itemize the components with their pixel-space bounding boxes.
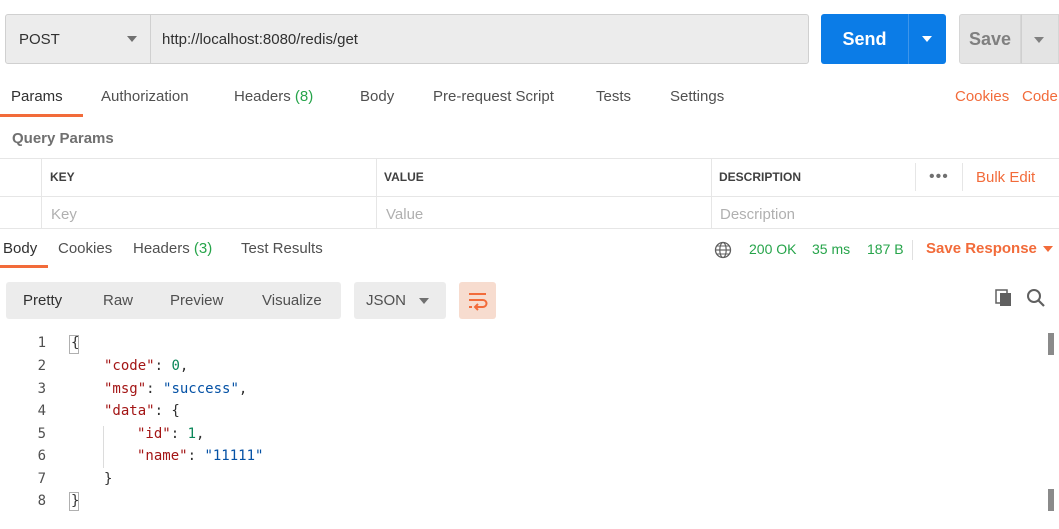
copy-icon[interactable]: [994, 288, 1014, 308]
response-tab-cookies[interactable]: Cookies: [58, 240, 112, 257]
code-line: "id": 1,: [137, 426, 205, 442]
response-tab-headers[interactable]: Headers (3): [133, 240, 212, 257]
code-line: "msg": "success",: [104, 381, 248, 397]
method-select[interactable]: POST: [6, 15, 151, 63]
line-number: 1: [37, 335, 46, 351]
json-key: "code": [104, 358, 155, 374]
save-label: Save: [968, 28, 1012, 49]
json-key: "name": [137, 448, 188, 464]
divider: [962, 163, 963, 191]
line-number: 5: [37, 426, 46, 442]
method-label: POST: [19, 30, 60, 48]
divider: [0, 196, 1059, 197]
view-pretty-button[interactable]: Pretty: [23, 292, 62, 309]
code-line: "name": "11111": [137, 448, 264, 464]
column-header-description: DESCRIPTION: [719, 170, 802, 184]
code-line: }: [71, 493, 80, 509]
code-line: "code": 0,: [104, 358, 189, 374]
format-select[interactable]: JSON: [354, 282, 446, 319]
value-input[interactable]: Value: [386, 206, 423, 223]
save-button[interactable]: Save: [959, 14, 1021, 64]
globe-icon[interactable]: [714, 241, 732, 259]
send-button[interactable]: Send: [821, 14, 908, 64]
line-number: 8: [37, 493, 46, 509]
code-link[interactable]: Code: [1022, 88, 1058, 105]
code-line: {: [71, 335, 80, 351]
chevron-down-icon: [1034, 37, 1044, 43]
code-line: "data": {: [104, 403, 180, 419]
json-string: "11111": [204, 448, 264, 464]
chevron-down-icon[interactable]: [1043, 246, 1053, 252]
code-line: }: [104, 471, 113, 487]
url-input[interactable]: [152, 15, 808, 63]
json-key: "msg": [104, 381, 147, 397]
tab-tests[interactable]: Tests: [596, 88, 631, 105]
chevron-down-icon: [127, 36, 137, 42]
wrap-lines-icon: [469, 293, 488, 311]
search-icon[interactable]: [1026, 288, 1046, 308]
divider: [711, 158, 712, 229]
indent-guide: [103, 426, 104, 468]
params-table: KEY VALUE DESCRIPTION ••• Bulk Edit Key …: [0, 158, 1059, 229]
more-options-icon[interactable]: •••: [929, 168, 949, 186]
response-tab-headers-count: (3): [193, 240, 213, 257]
active-tab-indicator: [0, 114, 83, 117]
scrollbar-thumb[interactable]: [1048, 333, 1054, 355]
description-input[interactable]: Description: [720, 206, 795, 223]
divider: [915, 163, 916, 191]
response-size[interactable]: 187 B: [867, 241, 904, 257]
json-number: 0: [171, 358, 180, 374]
json-string: "success": [163, 381, 239, 397]
response-time[interactable]: 35 ms: [812, 241, 850, 257]
format-label: JSON: [366, 292, 407, 309]
response-tab-body[interactable]: Body: [3, 240, 37, 257]
line-number: 6: [37, 448, 46, 464]
send-label: Send: [842, 28, 887, 49]
tab-headers[interactable]: Headers (8): [234, 88, 313, 105]
tab-body[interactable]: Body: [360, 88, 394, 105]
chevron-down-icon: [922, 36, 932, 42]
request-bar: POST: [5, 14, 809, 64]
response-tab-headers-label: Headers: [133, 240, 190, 257]
divider: [0, 158, 1059, 159]
tab-authorization[interactable]: Authorization: [101, 88, 189, 105]
view-raw-button[interactable]: Raw: [103, 292, 133, 309]
divider: [41, 158, 42, 229]
line-number: 4: [37, 403, 46, 419]
status-code[interactable]: 200 OK: [749, 241, 796, 257]
active-response-tab-indicator: [0, 265, 48, 268]
tab-params[interactable]: Params: [11, 88, 63, 105]
send-dropdown-button[interactable]: [908, 14, 946, 64]
line-number: 3: [37, 381, 46, 397]
line-number: 2: [37, 358, 46, 374]
json-key: "id": [137, 426, 171, 442]
response-tab-test-results[interactable]: Test Results: [241, 240, 323, 257]
tab-headers-count: (8): [294, 88, 314, 105]
json-key: "data": [104, 403, 155, 419]
bulk-edit-link[interactable]: Bulk Edit: [976, 169, 1035, 186]
divider: [376, 158, 377, 229]
save-response-button[interactable]: Save Response: [926, 240, 1037, 257]
save-dropdown-button[interactable]: [1021, 14, 1059, 64]
tab-settings[interactable]: Settings: [670, 88, 724, 105]
view-visualize-button[interactable]: Visualize: [262, 292, 322, 309]
scrollbar-thumb[interactable]: [1048, 489, 1054, 511]
divider: [912, 240, 913, 260]
chevron-down-icon: [419, 298, 429, 304]
json-number: 1: [187, 426, 197, 442]
request-tabs: Params Authorization Headers (8) Body Pr…: [0, 82, 1059, 118]
cookies-link[interactable]: Cookies: [955, 88, 1009, 105]
line-number: 7: [37, 471, 46, 487]
response-body-editor[interactable]: 1 2 3 4 5 6 7 8 { "code": 0, "msg": "suc…: [0, 332, 1059, 529]
query-params-title: Query Params: [12, 130, 114, 147]
divider: [0, 228, 1059, 229]
view-mode-segment: Pretty Raw Preview Visualize: [6, 282, 341, 319]
key-input[interactable]: Key: [51, 206, 77, 223]
tab-prerequest-script[interactable]: Pre-request Script: [433, 88, 554, 105]
column-header-key: KEY: [50, 170, 75, 184]
wrap-lines-button[interactable]: [459, 282, 496, 319]
column-header-value: VALUE: [384, 170, 424, 184]
view-preview-button[interactable]: Preview: [170, 292, 223, 309]
tab-headers-label: Headers: [234, 88, 291, 105]
